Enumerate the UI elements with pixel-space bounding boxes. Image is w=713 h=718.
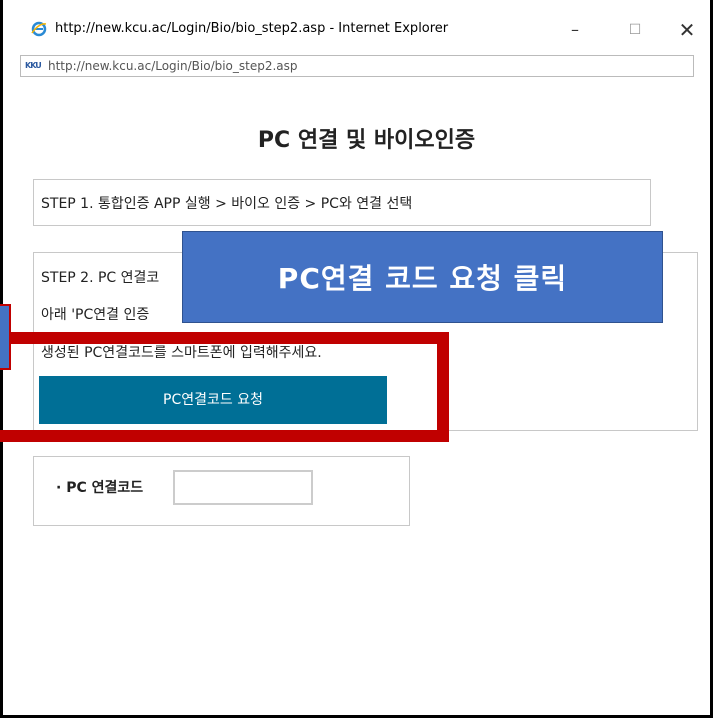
step1-text: STEP 1. 통합인증 APP 실행 > 바이오 인증 > PC와 연결 선택 (41, 196, 413, 212)
step2-line1: STEP 2. PC 연결코 (41, 270, 160, 286)
step1-box: STEP 1. 통합인증 APP 실행 > 바이오 인증 > PC와 연결 선택 (33, 179, 651, 226)
address-url: http://new.kcu.ac/Login/Bio/bio_step2.as… (48, 59, 298, 73)
callout-box: PC연결 코드 요청 클릭 (182, 231, 663, 323)
title-bar: http://new.kcu.ac/Login/Bio/bio_step2.as… (3, 0, 710, 60)
code-label: · PC 연결코드 (56, 480, 144, 496)
highlight-rectangle (0, 332, 449, 442)
code-box: · PC 연결코드 (33, 456, 410, 526)
page-title: PC 연결 및 바이오인증 (257, 128, 476, 153)
maximize-button[interactable]: ☐ (615, 14, 655, 46)
internet-explorer-icon (31, 21, 47, 37)
minimize-button[interactable]: – (555, 14, 595, 46)
site-favicon-icon: KKU (25, 61, 42, 70)
address-bar[interactable]: KKU http://new.kcu.ac/Login/Bio/bio_step… (20, 55, 694, 77)
close-button[interactable]: ✕ (667, 14, 707, 46)
step2-line2: 아래 'PC연결 인증 (41, 307, 150, 323)
code-input[interactable] (173, 470, 313, 505)
left-highlight-marker (0, 304, 11, 370)
window-title: http://new.kcu.ac/Login/Bio/bio_step2.as… (55, 21, 449, 36)
